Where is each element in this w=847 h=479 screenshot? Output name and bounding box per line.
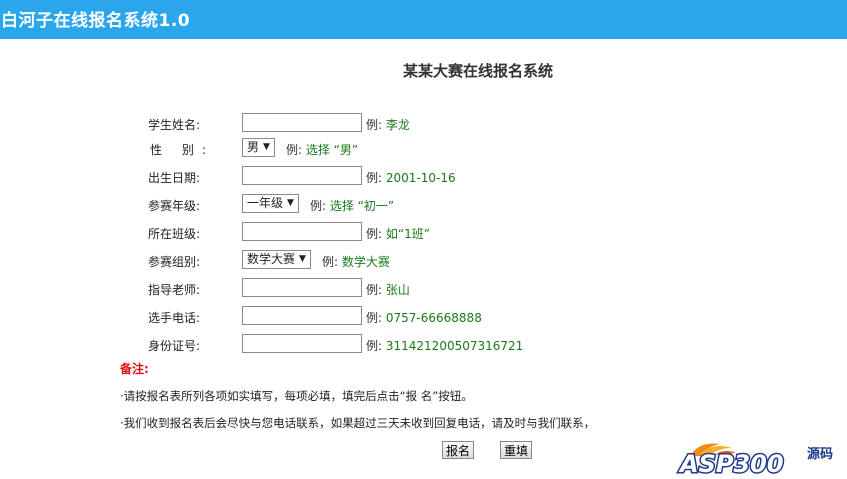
row-grade: 参赛年级: 一年级 ▼ 例: 选择 “初一” xyxy=(0,194,847,216)
submit-button[interactable]: 报名 xyxy=(442,441,475,459)
id-card-hint: 例: 311421200507316721 xyxy=(366,337,523,354)
row-gender: 性 别: 男 ▼ 例: 选择 “男” xyxy=(0,138,847,160)
group-selected-value: 数学大赛 xyxy=(247,252,296,266)
hint-example: 选择 “初一” xyxy=(329,199,395,213)
class-hint: 例: 如“1班” xyxy=(366,225,430,242)
hint-prefix: 例: xyxy=(366,118,383,132)
hint-example: 李龙 xyxy=(385,118,410,132)
dropdown-arrow-icon: ▼ xyxy=(299,254,306,264)
hint-example: 张山 xyxy=(385,283,410,297)
grade-select[interactable]: 一年级 ▼ xyxy=(242,194,299,213)
class-input[interactable] xyxy=(242,222,362,241)
hint-prefix: 例: xyxy=(310,199,327,213)
dropdown-arrow-icon: ▼ xyxy=(263,142,270,152)
logo-text: ASP300 xyxy=(678,450,784,476)
row-class: 所在班级: 例: 如“1班” xyxy=(0,222,847,244)
student-name-label: 学生姓名: xyxy=(148,118,201,132)
remarks-title: 备注: xyxy=(120,362,149,376)
hint-prefix: 例: xyxy=(366,283,383,297)
hint-prefix: 例: xyxy=(366,339,383,353)
id-card-label: 身份证号: xyxy=(148,339,201,353)
hint-prefix: 例: xyxy=(366,227,383,241)
phone-hint: 例: 0757-66668888 xyxy=(366,309,482,326)
reset-button[interactable]: 重填 xyxy=(500,441,533,459)
id-card-input[interactable] xyxy=(242,334,362,353)
form-title: 某某大赛在线报名系统 xyxy=(403,62,554,80)
teacher-hint: 例: 张山 xyxy=(366,281,410,298)
logo-suffix: 源码 xyxy=(807,446,833,462)
hint-prefix: 例: xyxy=(322,255,339,269)
birth-date-input[interactable] xyxy=(242,166,362,185)
grade-hint: 例: 选择 “初一” xyxy=(310,197,394,214)
phone-label: 选手电话: xyxy=(148,311,201,325)
teacher-input[interactable] xyxy=(242,278,362,297)
row-student-name: 学生姓名: 例: 李龙 xyxy=(0,113,847,135)
birth-date-label: 出生日期: xyxy=(148,171,201,185)
hint-example: 数学大赛 xyxy=(341,255,390,269)
gender-hint: 例: 选择 “男” xyxy=(286,141,358,158)
row-phone: 选手电话: 例: 0757-66668888 xyxy=(0,306,847,328)
student-name-hint: 例: 李龙 xyxy=(366,116,410,133)
hint-example: 0757-66668888 xyxy=(385,311,482,325)
group-label: 参赛组别: xyxy=(148,255,201,269)
row-group: 参赛组别: 数学大赛 ▼ 例: 数学大赛 xyxy=(0,250,847,272)
remark-line-2: ·我们收到报名表后会尽快与您电话联系，如果超过三天未收到回复电话，请及时与我们联… xyxy=(120,416,596,430)
row-birth-date: 出生日期: 例: 2001-10-16 xyxy=(0,166,847,188)
group-select[interactable]: 数学大赛 ▼ xyxy=(242,250,311,269)
remark-line-1: ·请按报名表所列各项如实填写，每项必填，填完后点击“报 名”按钮。 xyxy=(120,389,473,403)
gender-selected-value: 男 xyxy=(247,140,260,154)
gender-select[interactable]: 男 ▼ xyxy=(242,138,275,157)
teacher-label: 指导老师: xyxy=(148,283,201,297)
hint-example: 311421200507316721 xyxy=(385,339,524,353)
hint-prefix: 例: xyxy=(366,171,383,185)
grade-selected-value: 一年级 xyxy=(247,196,284,210)
flame-logo-icon: ASP300 源码 xyxy=(677,443,833,479)
row-id-card: 身份证号: 例: 311421200507316721 xyxy=(0,334,847,356)
app-title: 白河子在线报名系统1.0 xyxy=(1,11,191,31)
class-label: 所在班级: xyxy=(148,227,201,241)
grade-label: 参赛年级: xyxy=(148,199,201,213)
gender-label: 性 别: xyxy=(150,143,214,157)
phone-input[interactable] xyxy=(242,306,362,325)
group-hint: 例: 数学大赛 xyxy=(322,253,390,270)
hint-example: 选择 “男” xyxy=(305,143,359,157)
student-name-input[interactable] xyxy=(242,113,362,132)
hint-example: 2001-10-16 xyxy=(385,171,456,185)
hint-example: 如“1班” xyxy=(385,227,430,241)
row-teacher: 指导老师: 例: 张山 xyxy=(0,278,847,300)
top-header-bar: 白河子在线报名系统1.0 xyxy=(0,0,847,39)
hint-prefix: 例: xyxy=(366,311,383,325)
hint-prefix: 例: xyxy=(286,143,303,157)
dropdown-arrow-icon: ▼ xyxy=(287,198,294,208)
birth-date-hint: 例: 2001-10-16 xyxy=(366,169,456,186)
asp300-watermark-logo: ASP300 源码 xyxy=(676,438,847,479)
